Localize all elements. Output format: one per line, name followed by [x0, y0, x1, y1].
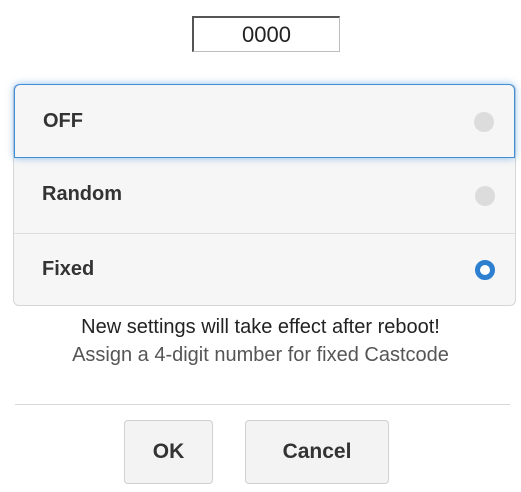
- option-random-label: Random: [42, 183, 122, 205]
- ok-button[interactable]: OK: [124, 420, 213, 484]
- reboot-notice: New settings will take effect after rebo…: [81, 316, 440, 338]
- divider: [15, 404, 510, 405]
- option-off[interactable]: OFF: [14, 84, 515, 158]
- castcode-mode-list: OFF Random Fixed: [13, 84, 516, 306]
- cancel-button[interactable]: Cancel: [245, 420, 389, 484]
- castcode-hint: Assign a 4-digit number for fixed Castco…: [72, 344, 449, 366]
- castcode-dialog: OFF Random Fixed New settings will take …: [0, 0, 521, 492]
- option-off-label: OFF: [43, 110, 83, 132]
- option-random-radio-icon[interactable]: [475, 186, 495, 206]
- option-fixed-radio-icon[interactable]: [475, 260, 495, 280]
- option-off-radio-icon[interactable]: [474, 112, 494, 132]
- option-fixed[interactable]: Fixed: [14, 234, 515, 305]
- option-fixed-label: Fixed: [42, 258, 95, 280]
- castcode-input[interactable]: [192, 16, 340, 52]
- option-random[interactable]: Random: [14, 159, 515, 233]
